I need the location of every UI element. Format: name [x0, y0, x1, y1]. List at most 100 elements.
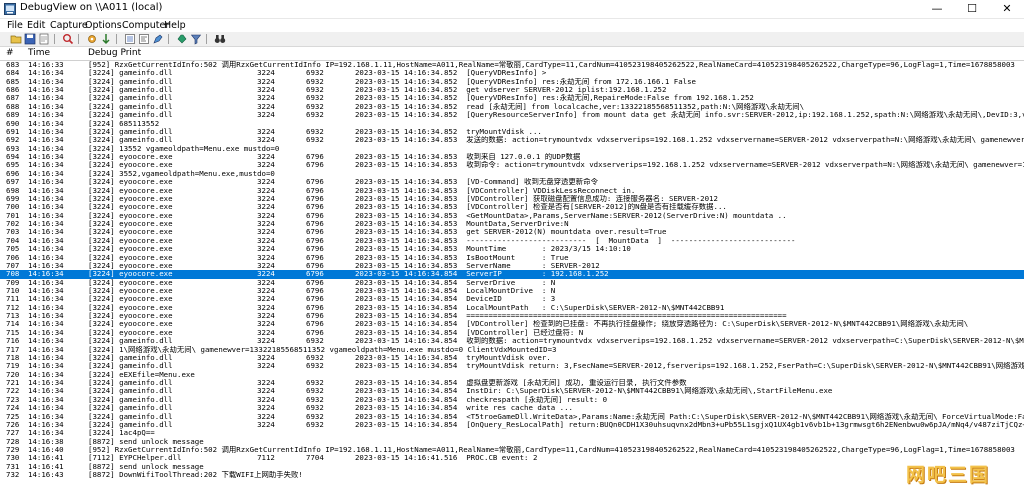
log-row[interactable]: 703 14:16:34 [3224] eyoocore.exe 3224 6796…	[0, 228, 1024, 236]
log-row-message: [3224] gameinfo.dll 3224 6932 2023-03-15…	[88, 337, 1024, 346]
log-row[interactable]: 687 14:16:34 [3224] gameinfo.dll 3224 6932…	[0, 94, 1024, 102]
column-time-header[interactable]: Time	[28, 47, 50, 60]
settings-icon[interactable]	[86, 33, 98, 45]
log-row[interactable]: 686 14:16:34 [3224] gameinfo.dll 3224 6932…	[0, 86, 1024, 94]
log-row[interactable]: 718 14:16:34 [3224] gameinfo.dll 3224 6932…	[0, 354, 1024, 362]
log-row-message: [3224] gameinfo.dll 3224 6932 2023-03-15…	[88, 127, 542, 136]
log-row-message: [3224] eyoocore.exe 3224 6796 2023-03-15…	[88, 278, 556, 287]
log-row[interactable]: 688 14:16:34 [3224] gameinfo.dll 3224 6932…	[0, 103, 1024, 111]
column-number-header[interactable]: #	[6, 47, 14, 60]
log-row[interactable]: 732 14:16:43 [8872] DownWifiToolThread:202…	[0, 471, 1024, 479]
log-row-time: 14:16:34	[28, 111, 64, 120]
log-row[interactable]: 707 14:16:34 [3224] eyoocore.exe 3224 6796…	[0, 262, 1024, 270]
log-row[interactable]: 709 14:16:34 [3224] eyoocore.exe 3224 6796…	[0, 279, 1024, 287]
log-row[interactable]: 714 14:16:34 [3224] eyoocore.exe 3224 6796…	[0, 320, 1024, 328]
log-row[interactable]: 699 14:16:34 [3224] eyoocore.exe 3224 6796…	[0, 195, 1024, 203]
minimize-button[interactable]: —	[920, 0, 954, 18]
log-row-time: 14:16:34	[28, 178, 64, 187]
log-row[interactable]: 697 14:16:34 [3224] eyoocore.exe 3224 6796…	[0, 178, 1024, 186]
autoscroll-icon[interactable]	[100, 33, 112, 45]
log-row[interactable]: 717 14:16:34 [3224] 1\网络游戏\永劫无间\ gamenewve…	[0, 346, 1024, 354]
save-icon[interactable]	[24, 33, 36, 45]
log-row-number: 720	[6, 370, 20, 379]
log-row[interactable]: 729 14:16:40 [952] RzxGetCurrentIdInfo:502…	[0, 446, 1024, 454]
column-debug-print-header[interactable]: Debug Print	[88, 47, 141, 60]
log-row-message: [3224] eyoocore.exe 3224 6796 2023-03-15…	[88, 178, 598, 187]
log-row[interactable]: 696 14:16:34 [3224] 3552,vgameoldpath=Menu…	[0, 170, 1024, 178]
log-row[interactable]: 725 14:16:34 [3224] gameinfo.dll 3224 6932…	[0, 413, 1024, 421]
log-row-message: [3224] eEXEfile=Menu.exe	[88, 370, 195, 379]
log-row[interactable]: 723 14:16:34 [3224] gameinfo.dll 3224 6932…	[0, 396, 1024, 404]
log-row-message: [7112] EYPCHelper.dll 7112 7704 2023-03-…	[88, 454, 538, 463]
log-row-number: 731	[6, 462, 20, 471]
log-row[interactable]: 690 14:16:34 [3224] 685113552	[0, 120, 1024, 128]
log-row-time: 14:16:41	[28, 454, 64, 463]
binoculars-icon[interactable]	[214, 33, 226, 45]
log-row[interactable]: 712 14:16:34 [3224] eyoocore.exe 3224 6796…	[0, 304, 1024, 312]
log-row[interactable]: 728 14:16:38 [8872] send unlock message	[0, 438, 1024, 446]
log-row-time: 14:16:34	[28, 379, 64, 388]
menu-file[interactable]: File	[7, 19, 23, 32]
log-row[interactable]: 689 14:16:34 [3224] gameinfo.dll 3224 6932…	[0, 111, 1024, 119]
log-row[interactable]: 700 14:16:34 [3224] eyoocore.exe 3224 6796…	[0, 203, 1024, 211]
log-row-time: 14:16:34	[28, 203, 64, 212]
log-row[interactable]: 720 14:16:34 [3224] eEXEfile=Menu.exe	[0, 371, 1024, 379]
log-row-time: 14:16:43	[28, 471, 64, 480]
log-row-selected[interactable]: 708 14:16:34 [3224] eyoocore.exe 3224 6796…	[0, 270, 1024, 279]
log-row[interactable]: 721 14:16:34 [3224] gameinfo.dll 3224 6932…	[0, 379, 1024, 387]
log-row[interactable]: 701 14:16:34 [3224] eyoocore.exe 3224 6796…	[0, 212, 1024, 220]
log-row[interactable]: 730 14:16:41 [7112] EYPCHelper.dll 7112 77…	[0, 454, 1024, 462]
filter-funnel-icon[interactable]	[190, 33, 202, 45]
log-row[interactable]: 726 14:16:34 [3224] gameinfo.dll 3224 6932…	[0, 421, 1024, 429]
log-row[interactable]: 719 14:16:34 [3224] gameinfo.dll 3224 6932…	[0, 362, 1024, 370]
log-row-time: 14:16:34	[28, 136, 64, 145]
log-row-message: [3224] eyoocore.exe 3224 6796 2023-03-15…	[88, 153, 581, 162]
log-row[interactable]: 724 14:16:34 [3224] gameinfo.dll 3224 6932…	[0, 404, 1024, 412]
log-row[interactable]: 698 14:16:34 [3224] eyoocore.exe 3224 6796…	[0, 187, 1024, 195]
log-row-time: 14:16:34	[28, 395, 64, 404]
log-row[interactable]: 731 14:16:41 [8872] send unlock message	[0, 463, 1024, 471]
highlight-icon[interactable]	[152, 33, 164, 45]
log-row[interactable]: 705 14:16:34 [3224] eyoocore.exe 3224 6796…	[0, 245, 1024, 253]
log-row[interactable]: 685 14:16:34 [3224] gameinfo.dll 3224 6932…	[0, 78, 1024, 86]
log-row[interactable]: 711 14:16:34 [3224] eyoocore.exe 3224 6796…	[0, 295, 1024, 303]
filter-icon[interactable]	[124, 33, 136, 45]
find-icon[interactable]	[176, 33, 188, 45]
close-button[interactable]: ✕	[990, 0, 1024, 18]
log-row[interactable]: 713 14:16:34 [3224] eyoocore.exe 3224 6796…	[0, 312, 1024, 320]
menu-options[interactable]: Options	[85, 19, 122, 32]
log-row-time: 14:16:41	[28, 462, 64, 471]
log-row[interactable]: 693 14:16:34 [3224] 13552 vgameoldpath=Men…	[0, 145, 1024, 153]
log-row[interactable]: 695 14:16:34 [3224] eyoocore.exe 3224 6796…	[0, 161, 1024, 169]
log-row[interactable]: 683 14:16:33 [952] RzxGetCurrentIdInfo:502…	[0, 61, 1024, 69]
log-row[interactable]: 716 14:16:34 [3224] gameinfo.dll 3224 6932…	[0, 337, 1024, 345]
log-row[interactable]: 692 14:16:34 [3224] gameinfo.dll 3224 6932…	[0, 136, 1024, 144]
log-row[interactable]: 694 14:16:34 [3224] eyoocore.exe 3224 6796…	[0, 153, 1024, 161]
log-row[interactable]: 727 14:16:34 [3224] 1ac4pQ==	[0, 429, 1024, 437]
log-row-time: 14:16:34	[28, 362, 64, 371]
open-icon[interactable]	[10, 33, 22, 45]
maximize-button[interactable]: ☐	[955, 0, 989, 18]
debug-log-list[interactable]: 683 14:16:33 [952] RzxGetCurrentIdInfo:502…	[0, 61, 1024, 496]
log-row[interactable]: 715 14:16:34 [3224] eyoocore.exe 3224 6796…	[0, 329, 1024, 337]
log-row-time: 14:16:34	[28, 86, 64, 95]
menu-capture[interactable]: Capture	[50, 19, 88, 32]
log-row[interactable]: 704 14:16:34 [3224] eyoocore.exe 3224 6796…	[0, 237, 1024, 245]
capture-icon[interactable]	[62, 33, 74, 45]
log-row-message: [3224] eyoocore.exe 3224 6796 2023-03-15…	[88, 245, 631, 254]
menu-edit[interactable]: Edit	[27, 19, 45, 32]
log-row[interactable]: 710 14:16:34 [3224] eyoocore.exe 3224 6796…	[0, 287, 1024, 295]
log-row[interactable]: 702 14:16:34 [3224] eyoocore.exe 3224 6796…	[0, 220, 1024, 228]
clear-icon[interactable]	[38, 33, 50, 45]
history-icon[interactable]	[138, 33, 150, 45]
log-row-number: 716	[6, 337, 20, 346]
log-row-message: [3224] eyoocore.exe 3224 6796 2023-03-15…	[88, 328, 584, 337]
menu-computer[interactable]: Computer	[122, 19, 169, 32]
menu-help[interactable]: Help	[164, 19, 186, 32]
log-row-message: [3224] eyoocore.exe 3224 6796 2023-03-15…	[88, 186, 636, 195]
title-bar[interactable]: DebugView on \\A011 (local) — ☐ ✕	[0, 0, 1024, 19]
log-row[interactable]: 684 14:16:34 [3224] gameinfo.dll 3224 6932…	[0, 69, 1024, 77]
log-row[interactable]: 706 14:16:34 [3224] eyoocore.exe 3224 6796…	[0, 254, 1024, 262]
log-row[interactable]: 722 14:16:34 [3224] gameinfo.dll 3224 6932…	[0, 387, 1024, 395]
log-row[interactable]: 691 14:16:34 [3224] gameinfo.dll 3224 6932…	[0, 128, 1024, 136]
